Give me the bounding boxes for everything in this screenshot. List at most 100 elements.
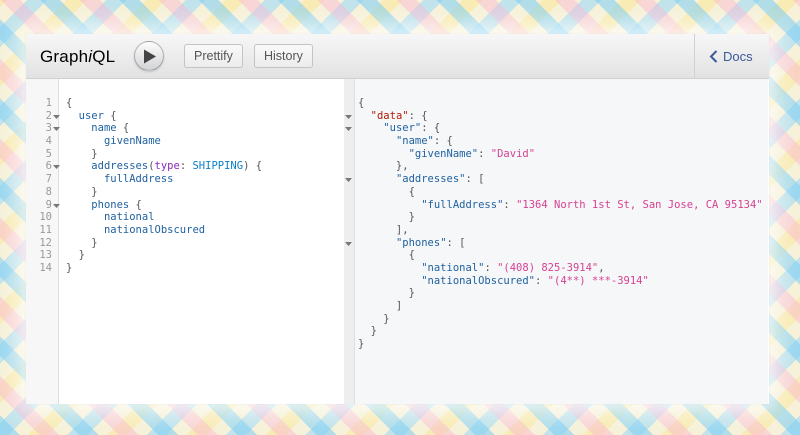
query-line: givenName — [66, 135, 262, 148]
result-line: "data": { — [358, 110, 763, 123]
code-token: : [ — [446, 236, 466, 249]
code-token: { — [129, 198, 142, 211]
code-token: { — [103, 109, 117, 122]
line-number: 3 — [45, 122, 52, 135]
code-token: "(408) 825-3914" — [497, 261, 599, 274]
code-token: : — [478, 147, 491, 160]
code-token: , — [598, 261, 605, 274]
code-token: ] — [358, 300, 403, 312]
code-token: phones — [91, 198, 130, 211]
fold-arrow-icon[interactable] — [53, 160, 63, 173]
result-line: { — [358, 186, 763, 199]
code-token: "fullAddress" — [421, 198, 504, 211]
app-title-suffix: QL — [92, 47, 116, 66]
code-token: national — [103, 211, 155, 224]
history-button[interactable]: History — [254, 44, 313, 68]
fold-arrow-icon[interactable] — [53, 122, 63, 135]
code-token: { — [358, 185, 415, 198]
prettify-button[interactable]: Prettify — [184, 44, 243, 68]
query-line: fullAddress — [66, 173, 262, 186]
app-title: GraphiQL — [40, 47, 115, 67]
line-number: 10 — [39, 211, 52, 224]
query-line: user { — [66, 110, 262, 123]
code-token: "user" — [383, 122, 422, 135]
line-number: 7 — [45, 173, 52, 186]
code-token: } — [66, 249, 85, 262]
code-token: { — [358, 249, 415, 262]
chevron-left-icon — [709, 50, 718, 63]
code-token: } — [358, 287, 415, 300]
code-token: } — [358, 338, 365, 351]
code-token: ], — [358, 223, 409, 236]
code-token: "national" — [421, 261, 485, 274]
line-number: 2 — [45, 109, 52, 122]
query-code[interactable]: { user { name { givenName } addresses(ty… — [66, 97, 262, 275]
line-number: 14 — [39, 261, 52, 274]
fold-arrow-icon[interactable] — [345, 173, 355, 186]
code-token: } — [358, 325, 377, 338]
result-line: "national": "(408) 825-3914", — [358, 262, 763, 275]
code-token: "data" — [370, 109, 409, 122]
result-line: "addresses": [ — [358, 173, 763, 186]
code-token: "nationalObscured" — [421, 274, 536, 287]
code-token: ) { — [243, 160, 263, 173]
fold-arrow-icon[interactable] — [53, 110, 63, 123]
code-token: }, — [358, 160, 409, 173]
result-fold-markers — [345, 97, 355, 351]
docs-button[interactable]: Docs — [694, 34, 769, 78]
code-token: } — [66, 185, 98, 198]
code-token: "(4**) ***-3914" — [547, 274, 649, 287]
execute-button[interactable] — [134, 41, 164, 71]
code-token: : — [484, 261, 498, 274]
result-line: } — [358, 211, 763, 224]
fold-arrow-icon[interactable] — [53, 199, 63, 212]
code-token: : { — [433, 135, 453, 148]
query-line: name { — [66, 122, 262, 135]
line-number: 12 — [39, 236, 52, 249]
code-token: } — [358, 312, 390, 325]
code-token: { — [116, 122, 130, 135]
query-line: } — [66, 148, 262, 161]
result-line: "givenName": "David" — [358, 148, 763, 161]
app-title-prefix: Graph — [40, 47, 89, 66]
result-line: ], — [358, 224, 763, 237]
fold-arrow-icon[interactable] — [345, 237, 355, 250]
code-token: } — [66, 147, 98, 160]
query-line: national — [66, 211, 262, 224]
result-line: } — [358, 313, 763, 326]
code-token: } — [66, 261, 73, 274]
code-token: "David" — [490, 147, 536, 160]
line-number: 11 — [39, 223, 52, 236]
query-line: nationalObscured — [66, 224, 262, 237]
fold-arrow-icon[interactable] — [345, 122, 355, 135]
result-line: { — [358, 249, 763, 262]
line-number: 9 — [45, 198, 52, 211]
code-token: : { — [421, 122, 441, 135]
code-token: { — [66, 97, 73, 109]
fold-arrow-icon[interactable] — [345, 110, 355, 123]
code-token: name — [91, 122, 117, 135]
code-token: addresses — [91, 160, 149, 173]
